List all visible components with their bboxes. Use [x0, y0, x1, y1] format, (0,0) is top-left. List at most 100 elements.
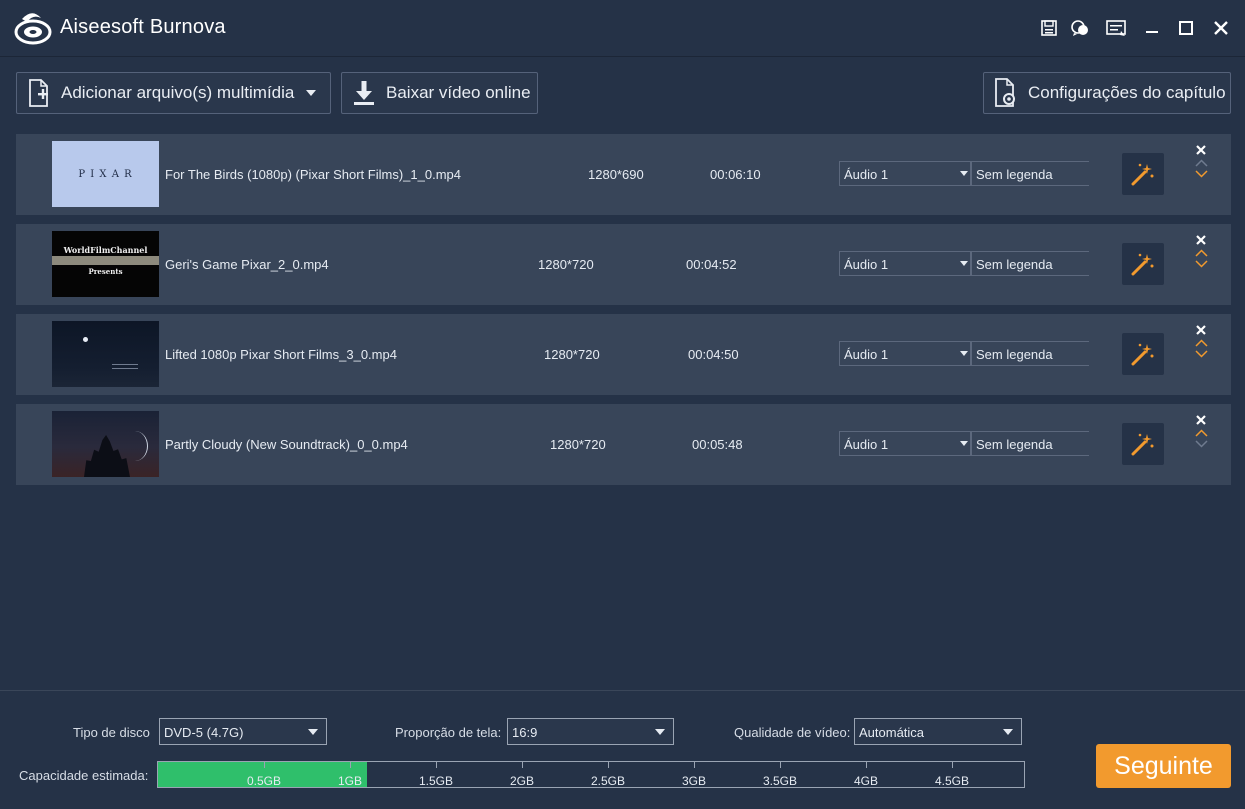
chevron-down-icon	[960, 441, 968, 446]
output-settings-panel: Tipo de disco DVD-5 (4.7G) Proporção de …	[0, 690, 1245, 809]
file-row[interactable]: P I X A R For The Birds (1080p) (Pixar S…	[16, 134, 1231, 215]
subtitle-select[interactable]: Sem legenda	[971, 431, 1089, 456]
remove-file-icon[interactable]	[1195, 324, 1207, 336]
audio-track-select[interactable]: Áudio 1	[839, 161, 971, 186]
edit-effects-button[interactable]	[1122, 423, 1164, 465]
move-up-icon[interactable]	[1195, 339, 1208, 347]
thumbnail-text: P I X A R	[78, 168, 133, 180]
scene-arc	[122, 431, 148, 461]
capacity-tick-label: 2.5GB	[591, 774, 626, 788]
file-resolution: 1280*690	[588, 167, 644, 182]
video-quality-value: Automática	[859, 725, 925, 740]
subtitle-select[interactable]: Sem legenda	[971, 341, 1089, 366]
magic-wand-icon	[1131, 163, 1154, 186]
subtitle-value: Sem legenda	[976, 437, 1053, 452]
move-down-icon[interactable]	[1195, 260, 1208, 268]
disc-type-label: Tipo de disco	[73, 725, 150, 740]
subtitle-value: Sem legenda	[976, 347, 1053, 362]
chevron-down-icon	[308, 729, 318, 735]
remove-file-icon[interactable]	[1195, 414, 1207, 426]
chevron-down-icon[interactable]	[306, 90, 317, 96]
video-thumbnail	[52, 321, 159, 387]
chapter-settings-label: Configurações do capítulo	[1028, 83, 1226, 102]
move-up-icon[interactable]	[1195, 159, 1208, 167]
capacity-label: Capacidade estimada:	[19, 768, 149, 783]
file-row[interactable]: Lifted 1080p Pixar Short Films_3_0.mp4 1…	[16, 314, 1231, 395]
file-name: Partly Cloudy (New Soundtrack)_0_0.mp4	[165, 437, 408, 452]
capacity-tick-label: 2GB	[510, 774, 535, 788]
aspect-ratio-value: 16:9	[512, 725, 538, 740]
file-duration: 00:04:52	[686, 257, 737, 272]
download-online-label: Baixar vídeo online	[386, 83, 531, 102]
move-down-icon[interactable]	[1195, 440, 1208, 448]
edit-effects-button[interactable]	[1122, 153, 1164, 195]
subtitle-select[interactable]: Sem legenda	[971, 161, 1089, 186]
moon-shape	[83, 337, 88, 342]
add-media-label: Adicionar arquivo(s) multimídia	[61, 83, 295, 102]
app-title: Aiseesoft Burnova	[60, 16, 226, 38]
thumbnail-text: WorldFilmChannel	[63, 245, 148, 255]
video-thumbnail: WorldFilmChannel Presents	[52, 231, 159, 297]
scene-lights	[112, 364, 138, 369]
close-icon[interactable]	[1209, 16, 1233, 40]
capacity-tick-label: 4GB	[854, 774, 879, 788]
file-name: Geri's Game Pixar_2_0.mp4	[165, 257, 329, 272]
file-row[interactable]: Partly Cloudy (New Soundtrack)_0_0.mp4 1…	[16, 404, 1231, 485]
file-duration: 00:05:48	[692, 437, 743, 452]
aspect-ratio-select[interactable]: 16:9	[507, 718, 674, 745]
video-quality-label: Qualidade de vídeo:	[734, 725, 851, 740]
remove-file-icon[interactable]	[1195, 144, 1207, 156]
magic-wand-icon	[1131, 343, 1154, 366]
feedback-icon[interactable]	[1068, 16, 1092, 40]
capacity-tick-label: 1GB	[338, 774, 363, 788]
save-icon[interactable]	[1037, 16, 1061, 40]
capacity-tick-mark	[694, 762, 695, 768]
chevron-down-icon	[655, 729, 665, 735]
edit-effects-button[interactable]	[1122, 243, 1164, 285]
magic-wand-icon	[1131, 433, 1154, 456]
subtitle-select[interactable]: Sem legenda	[971, 251, 1089, 276]
thumbnail-band	[52, 256, 159, 265]
capacity-tick-mark	[952, 762, 953, 768]
file-row[interactable]: WorldFilmChannel Presents Geri's Game Pi…	[16, 224, 1231, 305]
chevron-down-icon	[960, 171, 968, 176]
audio-track-value: Áudio 1	[844, 257, 889, 272]
audio-track-select[interactable]: Áudio 1	[839, 341, 971, 366]
move-up-icon[interactable]	[1195, 429, 1208, 437]
chapter-settings-button[interactable]: Configurações do capítulo	[983, 72, 1231, 114]
video-thumbnail	[52, 411, 159, 477]
chevron-down-icon	[1003, 729, 1013, 735]
video-thumbnail: P I X A R	[52, 141, 159, 207]
capacity-tick-label: 1.5GB	[419, 774, 454, 788]
move-up-icon[interactable]	[1195, 249, 1208, 257]
chevron-down-icon	[960, 261, 968, 266]
disc-type-select[interactable]: DVD-5 (4.7G)	[159, 718, 327, 745]
next-button[interactable]: Seguinte	[1096, 744, 1231, 788]
capacity-tick-mark	[522, 762, 523, 768]
capacity-tick-label: 0.5GB	[247, 774, 282, 788]
subtitle-value: Sem legenda	[976, 257, 1053, 272]
move-down-icon[interactable]	[1195, 350, 1208, 358]
audio-track-value: Áudio 1	[844, 437, 889, 452]
audio-track-select[interactable]: Áudio 1	[839, 251, 971, 276]
file-duration: 00:04:50	[688, 347, 739, 362]
move-down-icon[interactable]	[1195, 170, 1208, 178]
minimize-icon[interactable]	[1140, 16, 1164, 40]
burnova-logo-icon	[14, 10, 52, 46]
disc-type-value: DVD-5 (4.7G)	[164, 725, 244, 740]
remove-file-icon[interactable]	[1195, 234, 1207, 246]
maximize-icon[interactable]	[1174, 16, 1198, 40]
capacity-tick-mark	[350, 762, 351, 768]
edit-effects-button[interactable]	[1122, 333, 1164, 375]
audio-track-value: Áudio 1	[844, 167, 889, 182]
capacity-tick-mark	[608, 762, 609, 768]
video-quality-select[interactable]: Automática	[854, 718, 1022, 745]
aspect-ratio-label: Proporção de tela:	[395, 725, 502, 740]
add-media-button[interactable]: Adicionar arquivo(s) multimídia	[16, 72, 331, 114]
menu-icon[interactable]	[1104, 16, 1128, 40]
file-name: Lifted 1080p Pixar Short Films_3_0.mp4	[165, 347, 397, 362]
download-online-button[interactable]: Baixar vídeo online	[341, 72, 538, 114]
file-duration: 00:06:10	[710, 167, 761, 182]
audio-track-select[interactable]: Áudio 1	[839, 431, 971, 456]
download-icon	[342, 80, 386, 106]
